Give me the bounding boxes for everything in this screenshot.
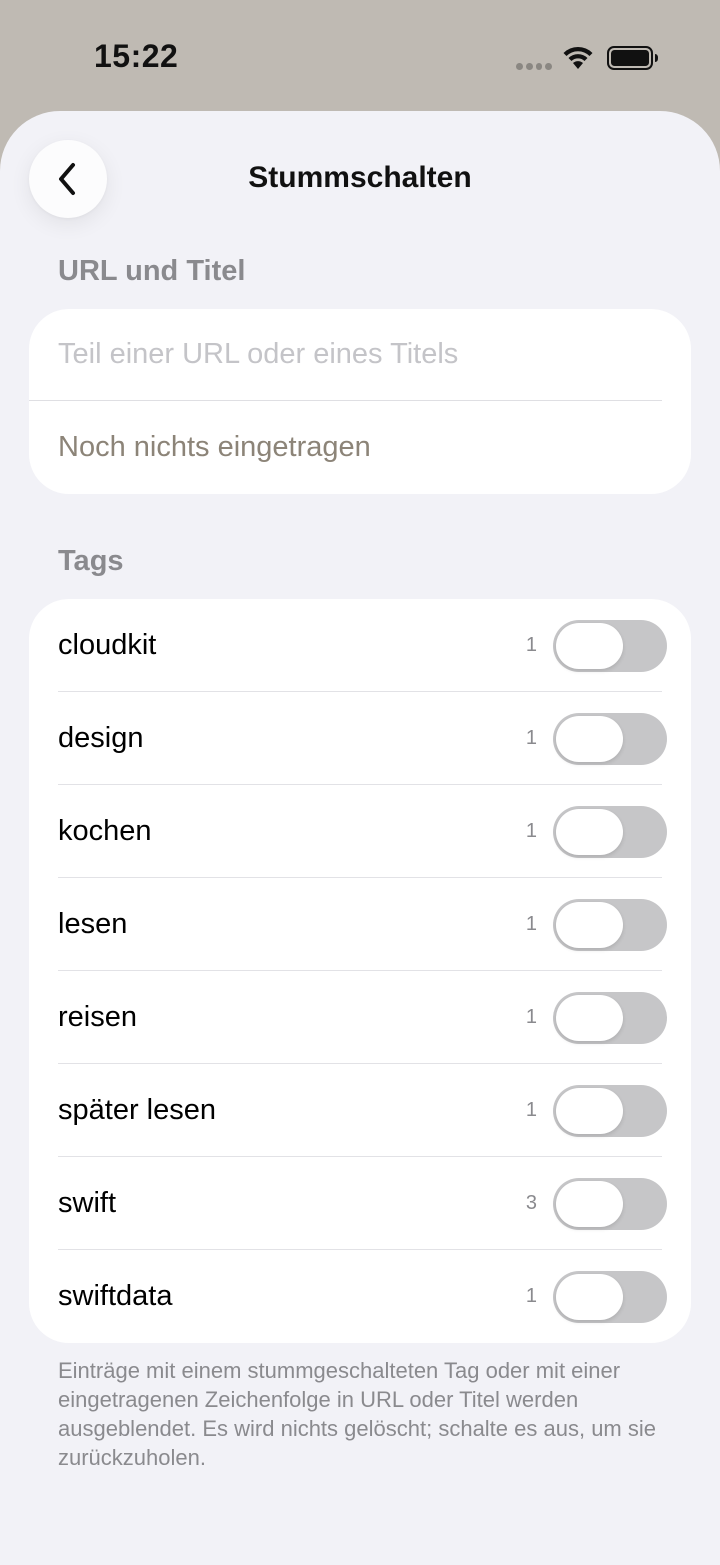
status-time: 15:22 [94,38,179,74]
tag-row-spaeter-lesen: später lesen 1 [29,1064,691,1157]
tag-name: swift [58,1187,116,1219]
toggle-knob [556,623,623,669]
tag-count: 3 [525,1192,537,1214]
tag-name: design [58,722,144,754]
tag-row-cloudkit: cloudkit 1 [29,599,691,692]
page-title: Stummschalten [248,161,472,194]
tag-count: 1 [525,1285,537,1307]
footer-explanation: Einträge mit einem stummgeschalteten Tag… [58,1358,656,1470]
mute-toggle-swift[interactable] [553,1178,667,1230]
tag-name: reisen [58,1001,137,1033]
tags-section-header: Tags [58,545,124,577]
mute-toggle-swiftdata[interactable] [553,1271,667,1323]
mute-toggle-reisen[interactable] [553,992,667,1044]
tag-name: lesen [58,908,128,940]
battery-icon [607,46,658,70]
tag-row-lesen: lesen 1 [29,878,691,971]
tag-count: 1 [525,634,537,656]
tag-count: 1 [525,913,537,935]
mute-toggle-lesen[interactable] [553,899,667,951]
status-bar: 15:22 [0,0,720,112]
toggle-knob [556,995,623,1041]
empty-state-text: Noch nichts eingetragen [58,431,371,463]
toggle-knob [556,1274,623,1320]
tag-name: cloudkit [58,629,157,661]
toggle-knob [556,809,623,855]
tag-count: 1 [525,1006,537,1028]
tag-row-design: design 1 [29,692,691,785]
url-card: Noch nichts eingetragen [29,309,691,494]
tags-card: cloudkit 1 design 1 kochen 1 lesen 1 rei… [29,599,691,1343]
wifi-icon [563,46,593,69]
tag-row-kochen: kochen 1 [29,785,691,878]
tag-row-swift: swift 3 [29,1157,691,1250]
tag-count: 1 [525,727,537,749]
tag-name: kochen [58,815,152,847]
tag-row-reisen: reisen 1 [29,971,691,1064]
tag-count: 1 [525,1099,537,1121]
tag-name: später lesen [58,1094,216,1126]
toggle-knob [556,1088,623,1134]
url-input-row [29,309,662,401]
tag-name: swiftdata [58,1280,173,1312]
tag-row-swiftdata: swiftdata 1 [29,1250,691,1343]
mute-toggle-design[interactable] [553,713,667,765]
mute-toggle-spaeter-lesen[interactable] [553,1085,667,1137]
toggle-knob [556,902,623,948]
mute-sheet: Stummschalten URL und Titel Noch nichts … [0,111,720,1565]
toggle-knob [556,1181,623,1227]
url-title-input[interactable] [58,338,662,371]
mute-toggle-cloudkit[interactable] [553,620,667,672]
cellular-signal-icon [516,63,552,71]
toggle-knob [556,716,623,762]
url-section-header: URL und Titel [58,255,246,287]
mute-toggle-kochen[interactable] [553,806,667,858]
tag-count: 1 [525,820,537,842]
